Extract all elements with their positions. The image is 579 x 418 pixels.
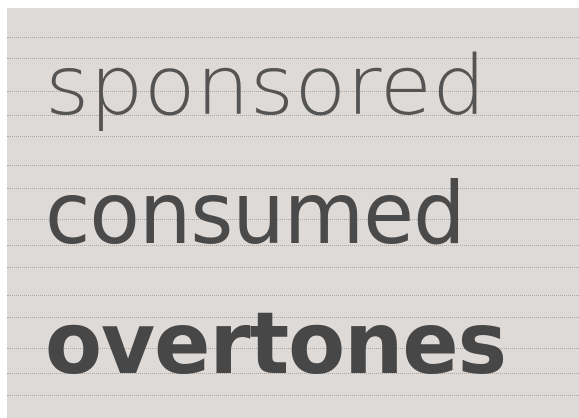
guide-rule bbox=[7, 267, 579, 268]
specimen-word-regular: consumed bbox=[45, 164, 465, 264]
guide-rule bbox=[7, 37, 579, 38]
specimen-panel: sponsored consumed overtones bbox=[7, 8, 579, 418]
guide-rule bbox=[7, 136, 579, 137]
guide-rule bbox=[7, 395, 579, 396]
specimen-word-thin: sponsored bbox=[45, 39, 487, 134]
specimen-word-bold: overtones bbox=[45, 294, 507, 394]
